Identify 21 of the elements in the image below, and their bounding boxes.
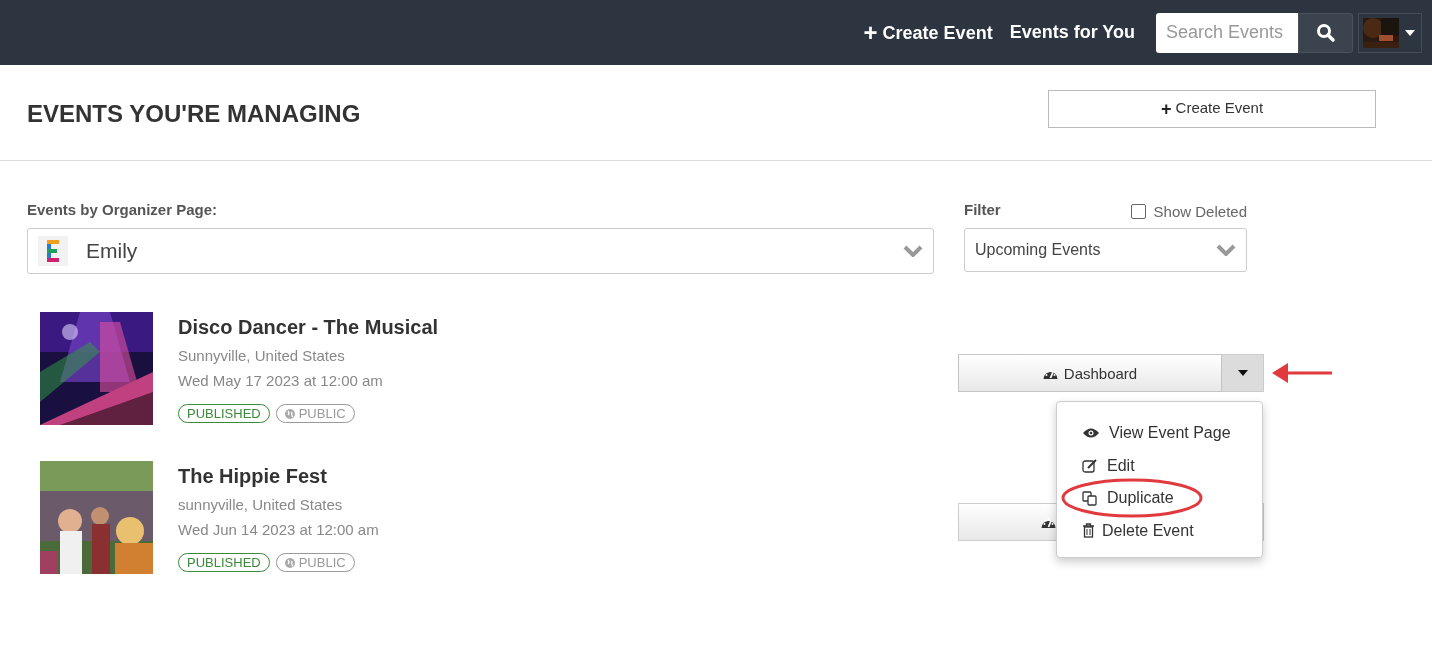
menu-item[interactable]: Duplicate (1057, 482, 1262, 515)
menu-item[interactable]: View Event Page (1057, 417, 1262, 450)
organizer-select[interactable]: Emily (27, 228, 934, 274)
event-location: Sunnyville, United States (178, 347, 346, 364)
filter-value: Upcoming Events (975, 241, 1102, 259)
search-field[interactable]: Search Events (1156, 12, 1298, 53)
filter-select[interactable]: Upcoming Events (964, 228, 1247, 272)
page-title: EVENTS YOU'RE MANAGING (27, 99, 361, 128)
event-location: sunnyville, United States (178, 496, 344, 513)
show-deleted-label: Show Deleted (1153, 202, 1247, 220)
event-title[interactable]: The Hippie Fest (178, 465, 958, 488)
filter-label: Filter (964, 201, 1001, 218)
organizer-value: Emily (86, 239, 139, 263)
menu-item[interactable]: Delete Event (1057, 514, 1262, 547)
events-for-you-link[interactable]: Events for You (1009, 22, 1135, 43)
organizer-label: Events by Organizer Page: (27, 201, 219, 218)
event-title[interactable]: Disco Dancer - The Musical (178, 316, 958, 339)
event-date: Wed Jun 14 2023 at 12:00 am (178, 521, 380, 538)
dashboard-button[interactable]: Dashboard (958, 354, 1222, 392)
event-date: Wed May 17 2023 at 12:00 am (178, 372, 384, 389)
menu-item[interactable]: Edit (1057, 449, 1262, 482)
